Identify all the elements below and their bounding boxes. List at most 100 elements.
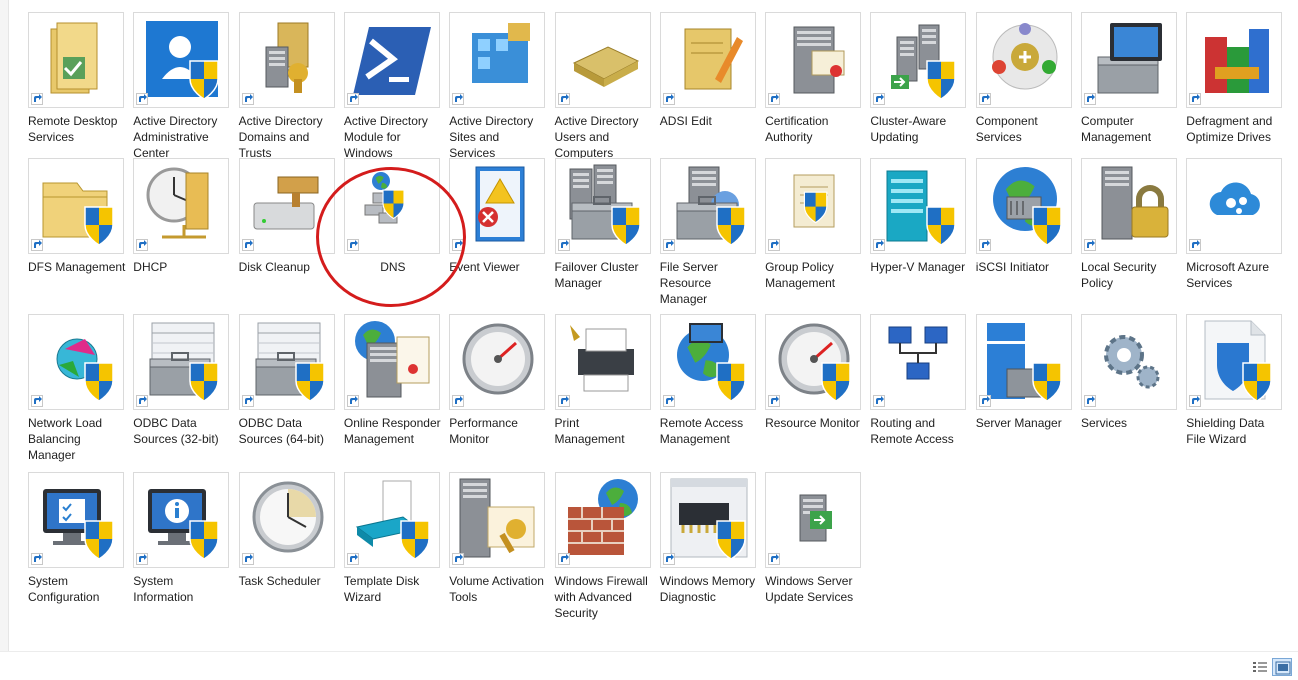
shortcut-arrow-icon (31, 553, 43, 565)
shortcut-arrow-icon (557, 395, 570, 407)
item-label: System Information (133, 574, 194, 604)
shortcut-arrow-icon (241, 93, 254, 105)
shortcut-arrow-icon (136, 553, 149, 565)
admin-tool-item[interactable]: Event Viewer (445, 156, 549, 314)
admin-tool-item[interactable]: System Information (129, 470, 233, 628)
adsi-edit-icon (684, 28, 743, 90)
admin-tool-item[interactable]: Windows Firewall with Advanced Security (551, 470, 655, 628)
template-disk-icon (355, 480, 430, 560)
dhcp-icon (146, 167, 209, 239)
admin-tool-item[interactable]: Windows Server Update Services (761, 470, 865, 628)
admin-tool-item[interactable]: Microsoft Azure Services (1182, 156, 1286, 314)
iscsi-icon (992, 167, 1062, 246)
hyper-v-icon (886, 170, 957, 246)
shortcut-arrow-icon (1189, 395, 1202, 407)
admin-tool-item[interactable]: Services (1077, 312, 1181, 470)
admin-tool-item[interactable]: File Server Resource Manager (656, 156, 760, 314)
item-label: Remote Desktop Services (28, 114, 118, 144)
admin-tool-item[interactable]: Defragment and Optimize Drives (1182, 10, 1286, 168)
admin-tool-item[interactable]: Computer Management (1077, 10, 1181, 168)
admin-tool-item[interactable]: ODBC Data Sources (32-bit) (129, 312, 233, 470)
admin-tool-item[interactable]: Server Manager (972, 312, 1076, 470)
shortcut-arrow-icon (1084, 395, 1096, 407)
admin-tool-item[interactable]: ODBC Data Sources (64-bit) (235, 312, 339, 470)
admin-tool-item[interactable]: Certification Authority (761, 10, 865, 168)
admin-tool-item[interactable]: DFS Management (24, 156, 128, 314)
admin-tool-item[interactable]: Active Directory Domains and Trusts (235, 10, 339, 168)
item-label: Hyper-V Manager (870, 260, 966, 274)
admin-tool-item[interactable]: Active Directory Sites and Services (445, 10, 549, 168)
admin-tool-item[interactable]: Active Directory Administrative Center (129, 10, 233, 168)
odbc-32-icon (149, 322, 220, 402)
admin-tool-item[interactable]: Print Management (551, 312, 655, 470)
admin-tool-item[interactable]: Resource Monitor (761, 312, 865, 470)
admin-tool-item[interactable]: Online Responder Management (340, 312, 444, 470)
item-label: Online Responder Management (343, 416, 441, 446)
admin-tool-item[interactable]: DHCP (129, 156, 233, 314)
admin-tool-item[interactable]: Network Load Balancing Manager (24, 312, 128, 470)
item-label: ODBC Data Sources (32-bit) (133, 416, 219, 446)
admin-tool-item[interactable]: Component Services (972, 10, 1076, 168)
task-scheduler-icon (252, 481, 324, 553)
component-services-icon (991, 23, 1058, 90)
large-icons-view-button[interactable] (1272, 658, 1292, 676)
item-label: Component Services (975, 114, 1038, 144)
item-label: Active Directory Sites and Services (449, 114, 534, 160)
admin-tool-item[interactable]: Disk Cleanup (235, 156, 339, 314)
admin-tool-item[interactable]: ADSI Edit (656, 10, 760, 168)
admin-tool-item[interactable]: DNS (340, 156, 444, 314)
shortcut-arrow-icon (557, 239, 570, 251)
admin-tool-item[interactable]: Local Security Policy (1077, 156, 1181, 314)
left-pane-edge (0, 0, 9, 660)
admin-tool-item[interactable]: Shielding Data File Wizard (1182, 312, 1286, 470)
admin-tool-item[interactable]: Failover Cluster Manager (551, 156, 655, 314)
shortcut-arrow-icon (557, 553, 570, 565)
item-thumbnail (870, 158, 967, 254)
admin-tool-item[interactable]: Cluster-Aware Updating (866, 10, 970, 168)
shielding-data-icon (1204, 320, 1273, 402)
shortcut-arrow-icon (557, 93, 570, 105)
shortcut-arrow-icon (1084, 239, 1096, 251)
item-label: DHCP (133, 260, 168, 274)
admin-tool-item[interactable]: Template Disk Wizard (340, 470, 444, 628)
details-view-button[interactable] (1250, 658, 1270, 676)
admin-tool-item[interactable]: Volume Activation Tools (445, 470, 549, 628)
local-security-policy-icon (1101, 166, 1169, 240)
item-label: DFS Management (28, 260, 126, 274)
status-bar (0, 651, 1298, 680)
item-thumbnail (449, 314, 546, 410)
wsus-icon (799, 494, 833, 542)
item-thumbnail (1186, 314, 1283, 410)
admin-tool-item[interactable]: Remote Desktop Services (24, 10, 128, 168)
item-thumbnail (1186, 12, 1283, 108)
online-responder-icon (354, 321, 430, 398)
admin-tool-item[interactable]: Active Directory Module for Windows Powe… (340, 10, 444, 176)
event-viewer-icon (475, 166, 525, 242)
admin-tool-item[interactable]: Remote Access Management (656, 312, 760, 470)
admin-tool-item[interactable]: System Configuration (24, 470, 128, 628)
defragment-icon (1205, 29, 1270, 93)
admin-tool-item[interactable]: Active Directory Users and Computers (551, 10, 655, 168)
admin-tool-item[interactable]: Performance Monitor (445, 312, 549, 470)
shortcut-arrow-icon (662, 553, 675, 565)
item-label: System Configuration (28, 574, 100, 604)
item-label: Performance Monitor (449, 416, 518, 446)
network-load-balancing-icon (56, 338, 114, 402)
shortcut-arrow-icon (452, 93, 465, 105)
admin-tool-item[interactable]: iSCSI Initiator (972, 156, 1076, 314)
item-thumbnail (238, 314, 335, 410)
item-thumbnail (870, 12, 967, 108)
admin-tool-item[interactable]: Hyper-V Manager (866, 156, 970, 314)
item-thumbnail (238, 158, 335, 254)
item-label: Print Management (554, 416, 625, 446)
admin-tool-item[interactable]: Routing and Remote Access (866, 312, 970, 470)
item-thumbnail (449, 472, 546, 568)
item-thumbnail (765, 158, 862, 254)
shortcut-arrow-icon (346, 395, 359, 407)
shortcut-arrow-icon (1189, 93, 1202, 105)
admin-tool-item[interactable]: Task Scheduler (235, 470, 339, 628)
admin-tool-item[interactable]: Windows Memory Diagnostic (656, 470, 760, 628)
admin-tool-item[interactable]: Group Policy Management (761, 156, 865, 314)
item-thumbnail (133, 158, 230, 254)
shortcut-arrow-icon (241, 395, 254, 407)
